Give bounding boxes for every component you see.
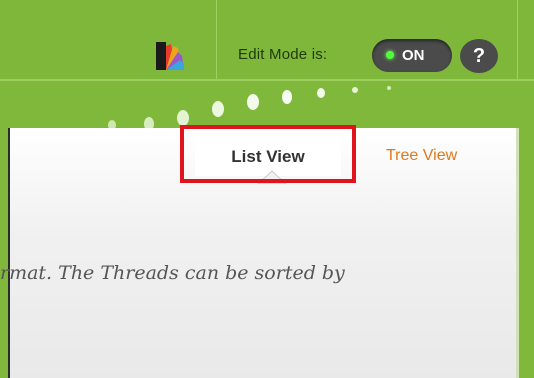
highlight-box bbox=[180, 125, 356, 183]
toggle-state-label: ON bbox=[402, 47, 425, 64]
top-bar bbox=[0, 0, 534, 80]
decorative-dots bbox=[108, 86, 391, 130]
help-icon: ? bbox=[472, 45, 486, 67]
edit-mode-toggle[interactable]: ON bbox=[372, 39, 452, 72]
description-text: rmat. The Threads can be sorted by bbox=[0, 262, 345, 284]
divider bbox=[216, 0, 217, 80]
color-palette-icon[interactable] bbox=[156, 40, 184, 70]
divider bbox=[517, 0, 518, 80]
help-button[interactable]: ? bbox=[460, 39, 498, 73]
tab-tree-view[interactable]: Tree View bbox=[386, 147, 457, 165]
edit-mode-label: Edit Mode is: bbox=[238, 46, 328, 63]
status-indicator bbox=[386, 51, 394, 59]
panel-edge bbox=[516, 128, 519, 378]
